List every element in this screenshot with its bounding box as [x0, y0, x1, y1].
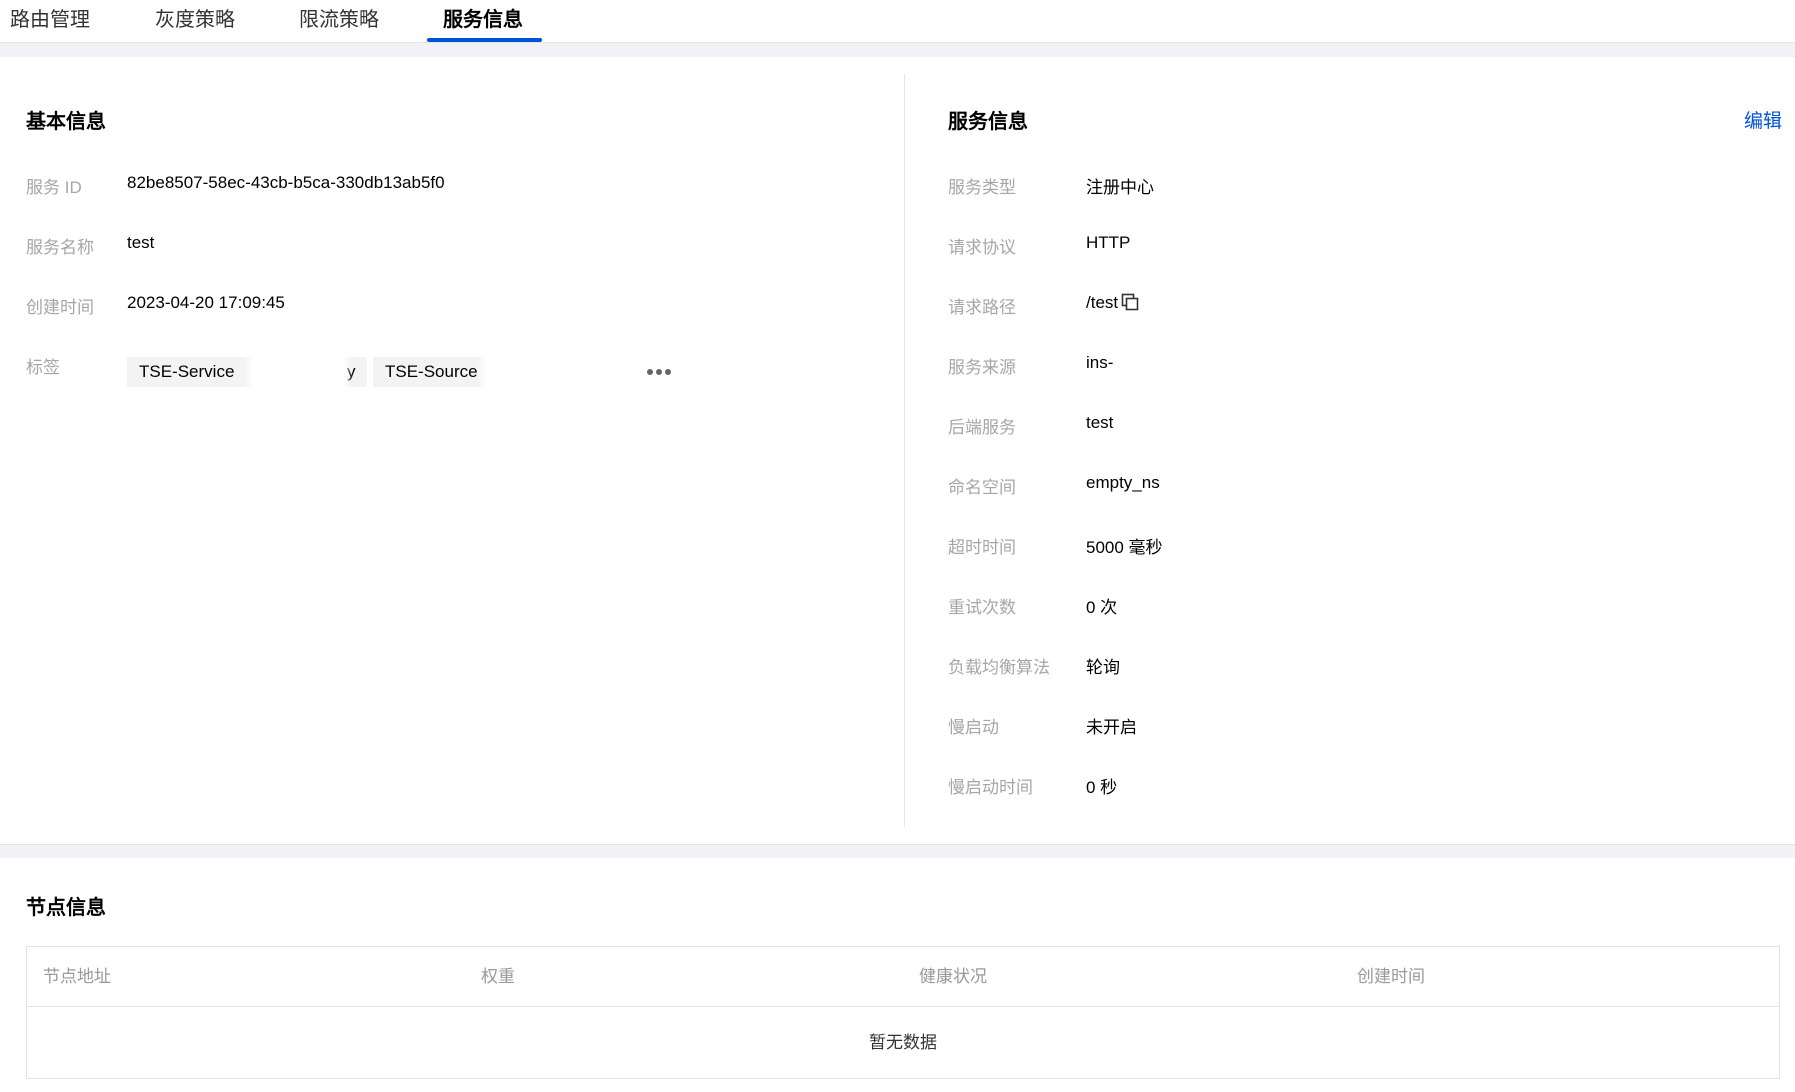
load-balance-value: 轮询	[1086, 658, 1120, 677]
slow-start-time-value: 0 秒	[1086, 778, 1118, 797]
copy-icon[interactable]	[1121, 293, 1139, 311]
column-divider	[904, 74, 905, 827]
created-time-label: 创建时间	[26, 298, 94, 317]
timeout-value: 5000 毫秒	[1086, 538, 1163, 557]
node-info-card: 节点信息 节点地址 权重 健康状况 创建时间 暂无数据	[0, 858, 1795, 1092]
redacted-mask	[248, 354, 348, 394]
service-source-label: 服务来源	[948, 358, 1016, 377]
tab-bar: 路由管理 灰度策略 限流策略 服务信息	[0, 0, 1795, 43]
tab-canary-strategy[interactable]: 灰度策略	[155, 0, 235, 43]
tag-chip-text: TSE-Source	[385, 362, 478, 381]
page-background-strip	[0, 43, 1795, 57]
request-path-value: /test	[1086, 293, 1119, 312]
redacted-mask	[481, 350, 633, 394]
column-header-created-time: 创建时间	[1357, 967, 1425, 986]
table-empty-state: 暂无数据	[869, 1033, 937, 1052]
service-id-value: 82be8507-58ec-43cb-b5ca-330db13ab5f0	[127, 173, 445, 192]
service-name-value: test	[127, 233, 155, 252]
section-separator	[0, 844, 1795, 858]
namespace-value: empty_ns	[1086, 473, 1160, 492]
tab-route-management[interactable]: 路由管理	[10, 0, 90, 43]
created-time-value: 2023-04-20 17:09:45	[127, 293, 285, 312]
column-header-weight: 权重	[481, 967, 515, 986]
request-path-row: /test	[1086, 293, 1139, 313]
edit-link[interactable]: 编辑	[1744, 106, 1782, 133]
node-table: 节点地址 权重 健康状况 创建时间 暂无数据	[26, 946, 1780, 1079]
backend-service-value: test	[1086, 413, 1114, 432]
request-protocol-label: 请求协议	[948, 238, 1016, 257]
backend-service-label: 后端服务	[948, 418, 1016, 437]
column-header-health-status: 健康状况	[919, 967, 987, 986]
slow-start-time-label: 慢启动时间	[948, 778, 1033, 797]
request-protocol-value: HTTP	[1086, 233, 1131, 252]
service-id-label: 服务 ID	[26, 178, 82, 197]
tab-rate-limit-strategy[interactable]: 限流策略	[299, 0, 379, 43]
active-tab-indicator	[427, 38, 542, 42]
redacted-mask	[1118, 347, 1208, 381]
column-header-node-address: 节点地址	[43, 967, 111, 986]
load-balance-label: 负载均衡算法	[948, 658, 1050, 677]
node-info-title: 节点信息	[26, 897, 106, 919]
slow-start-label: 慢启动	[948, 718, 999, 737]
tag-chip-text-suffix: y	[347, 362, 356, 381]
retry-count-label: 重试次数	[948, 598, 1016, 617]
service-type-value: 注册中心	[1086, 178, 1154, 197]
service-info-title: 服务信息	[948, 111, 1028, 133]
basic-info-title: 基本信息	[26, 111, 106, 133]
more-icon[interactable]	[645, 362, 673, 382]
service-source-value: ins-	[1086, 353, 1114, 372]
tags-label: 标签	[26, 358, 60, 377]
tab-service-info[interactable]: 服务信息	[443, 0, 523, 43]
table-header: 节点地址 权重 健康状况 创建时间	[27, 947, 1779, 1007]
info-card: 基本信息 服务 ID 82be8507-58ec-43cb-b5ca-330db…	[0, 57, 1795, 844]
timeout-label: 超时时间	[948, 538, 1016, 557]
tag-chip-text: TSE-Service	[139, 362, 235, 381]
request-path-label: 请求路径	[948, 298, 1016, 317]
service-name-label: 服务名称	[26, 238, 94, 257]
slow-start-value: 未开启	[1086, 718, 1137, 737]
namespace-label: 命名空间	[948, 478, 1016, 497]
retry-count-value: 0 次	[1086, 598, 1118, 617]
service-type-label: 服务类型	[948, 178, 1016, 197]
